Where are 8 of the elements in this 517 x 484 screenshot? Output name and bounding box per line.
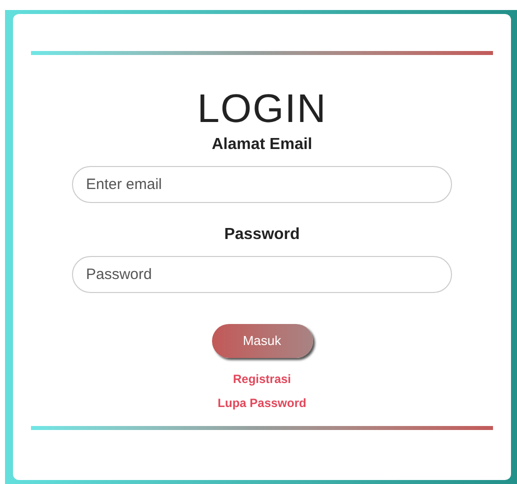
password-field[interactable]: Password xyxy=(72,256,452,293)
submit-button[interactable]: Masuk xyxy=(212,324,312,358)
link[interactable]: Registrasi xyxy=(232,370,292,388)
login-title: LOGIN xyxy=(197,87,327,131)
field-label: Alamat Email xyxy=(212,135,312,155)
email-field[interactable]: Enter email xyxy=(72,166,452,203)
link[interactable]: Lupa Password xyxy=(218,394,306,412)
field-label: Password xyxy=(224,225,300,245)
